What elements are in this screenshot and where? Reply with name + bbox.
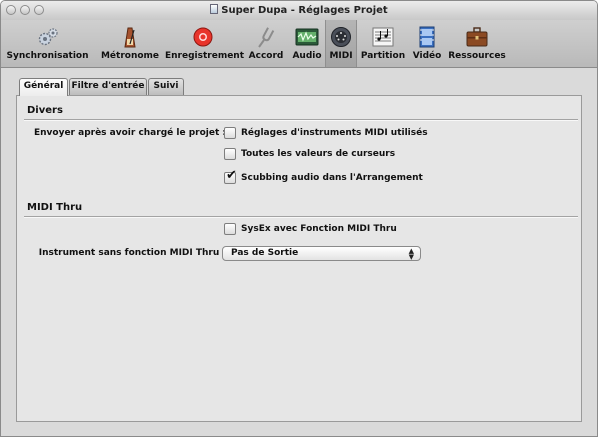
toolbar-label: Ressources [448,51,506,61]
toolbar-synchronisation[interactable]: Synchronisation [1,20,94,67]
toolbar-label: Accord [248,51,284,61]
window-title: Super Dupa - Réglages Projet [1,4,597,16]
window-title-text: Super Dupa - Réglages Projet [221,5,388,16]
general-settings-panel: Divers Envoyer après avoir chargé le pro… [16,95,582,422]
video-icon [419,26,435,48]
toolbar-partition[interactable]: Partition [359,20,407,67]
toolbar-enregistrement[interactable]: Enregistrement [165,20,245,67]
toolbar-label: Audio [292,51,322,61]
document-icon [210,4,219,14]
score-icon [372,27,394,47]
midi-icon [331,27,351,47]
tab-suivi[interactable]: Suivi [148,78,184,95]
checkbox-all-fader-values-label[interactable]: Toutes les valeurs de curseurs [241,149,395,159]
toolbar-midi[interactable]: MIDI [325,20,357,67]
toolbar-label: MIDI [329,51,353,61]
instrument-midi-thru-value: Pas de Sortie [231,248,299,258]
briefcase-icon [466,27,488,47]
checkbox-sysex-midi-thru[interactable] [224,223,236,235]
checkbox-midi-instrument-settings[interactable] [224,127,236,139]
checkbox-midi-instrument-settings-label[interactable]: Réglages d'instruments MIDI utilisés [241,128,428,138]
tab-filtre-entree[interactable]: Filtre d'entrée [69,78,147,95]
project-settings-window: Super Dupa - Réglages Projet Synchronisa… [0,0,598,437]
instrument-midi-thru-select[interactable]: Pas de Sortie ▲ ▼ [222,246,421,261]
preferences-toolbar: Synchronisation Métronome Enregistrement [1,20,597,68]
toolbar-metronome[interactable]: Métronome [98,20,162,67]
updown-arrows-icon: ▲ ▼ [408,247,414,261]
tab-general[interactable]: Général [19,78,68,96]
title-bar: Super Dupa - Réglages Projet [1,1,597,20]
section-midi-thru-title: MIDI Thru [27,202,83,213]
checkbox-all-fader-values[interactable] [224,148,236,160]
tuning-fork-icon [258,27,275,48]
toolbar-audio[interactable]: Audio [290,20,324,67]
toolbar-label: Vidéo [412,51,442,61]
instrument-midi-thru-label: Instrument sans fonction MIDI Thru : [38,248,226,258]
toolbar-ressources[interactable]: Ressources [447,20,507,67]
section-divers-title: Divers [27,105,63,116]
toolbar-label: Synchronisation [6,51,89,61]
toolbar-label: Métronome [100,51,160,61]
metronome-icon [124,27,136,48]
checkmark-icon: ✔ [226,168,237,183]
midi-thru-separator [24,216,578,217]
record-icon [193,27,213,47]
send-after-load-label: Envoyer après avoir chargé le projet : [33,128,226,138]
checkbox-sysex-midi-thru-label[interactable]: SysEx avec Fonction MIDI Thru [241,224,397,234]
toolbar-label: Enregistrement [165,51,245,61]
audio-icon [295,28,319,46]
gears-icon [38,28,58,46]
toolbar-video[interactable]: Vidéo [409,20,445,67]
checkbox-audio-scrubbing[interactable]: ✔ [224,168,237,184]
checkbox-audio-scrubbing-label[interactable]: Scubbing audio dans l'Arrangement [241,173,423,183]
toolbar-accord[interactable]: Accord [245,20,287,67]
toolbar-label: Partition [360,51,406,61]
divers-separator [24,119,578,120]
